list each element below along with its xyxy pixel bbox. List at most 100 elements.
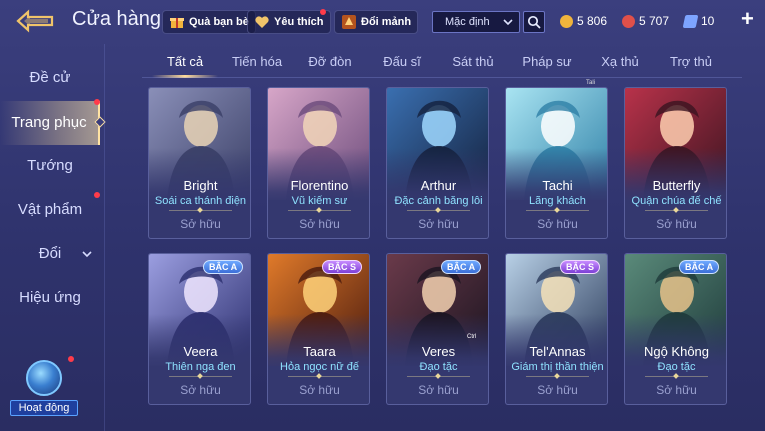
skin-card[interactable]: Bright Soái ca thánh điện Sở hữu [148,87,251,239]
hero-name: Ngộ Không [643,344,710,359]
sidebar-item-exchange[interactable]: Đổi [0,232,100,276]
skin-card[interactable]: Veres Đạo tặc Sở hữu BẬC A Ctrl [386,253,489,405]
skin-name: Đạo tặc [657,361,696,373]
skin-card[interactable]: Florentino Vũ kiếm sư Sở hữu [267,87,370,239]
skin-card[interactable]: Taara Hỏa ngọc nữ đế Sở hữu BẬC S [267,253,370,405]
sidebar-divider [104,44,105,431]
owned-status: Sở hữu [537,383,578,397]
ctrl-hint: Ctrl [467,334,477,340]
tab-mage[interactable]: Pháp sư [516,48,578,76]
owned-status: Sở hữu [656,383,697,397]
chevron-down-icon [503,13,513,38]
card-divider [645,210,708,211]
sidebar-item-label: Vật phẩm [17,201,83,218]
card-divider [526,376,589,377]
owned-status: Sở hữu [180,383,221,397]
tab-fighter[interactable]: Đấu sĩ [374,48,430,76]
voucher-amount: 10 [701,14,715,28]
exchange-shards-button[interactable]: Đổi mảnh [334,10,419,34]
add-currency-button[interactable]: + [741,6,754,32]
hero-name: Bright [183,178,218,193]
activity-icon [26,360,62,396]
category-tabs: Tất cả Tiến hóa Đỡ đòn Đấu sĩ Sát thủ Ph… [142,48,742,78]
owned-status: Sở hữu [656,217,697,231]
heart-icon [254,14,270,30]
card-divider [169,376,232,377]
skin-card[interactable]: Arthur Đặc cảnh băng lôi Sở hữu [386,87,489,239]
owned-status: Sở hữu [299,217,340,231]
sort-value: Mặc định [445,16,490,28]
sidebar-item-label: Trang phục [11,114,87,131]
skin-card[interactable]: Tachi Lãng khách Sở hữu [505,87,608,239]
gold-currency: 5 806 [560,11,607,31]
page-title: Cửa hàng [72,8,162,30]
sidebar-item-skins[interactable]: Trang phục [0,99,106,145]
favorites-label: Yêu thích [274,16,324,28]
sort-dropdown[interactable]: Mặc định [432,11,520,33]
skin-name: Soái ca thánh điện [154,195,247,207]
hero-name: Tachi [542,178,573,193]
card-divider [645,376,708,377]
tab-evolution[interactable]: Tiến hóa [226,48,288,76]
notification-dot [94,192,100,198]
card-divider [407,376,470,377]
tab-all[interactable]: Tất cả [152,48,218,78]
gift-friends-button[interactable]: Quà bạn bè [162,10,256,34]
gold-amount: 5 806 [577,14,608,28]
card-divider [288,376,351,377]
card-divider [526,210,589,211]
card-divider [407,210,470,211]
sidebar-item-heroes[interactable]: Tướng [0,144,100,188]
tier-badge: BẬC S [322,260,363,274]
back-button[interactable] [14,8,56,34]
skin-name: Đạo tặc [419,361,458,373]
sidebar-item-label: Hiệu ứng [19,289,81,306]
skin-card[interactable]: Butterfly Quận chúa đế chế Sở hữu [624,87,727,239]
skin-name: Lãng khách [529,195,586,207]
tab-tank[interactable]: Đỡ đòn [300,48,360,76]
sidebar-item-effects[interactable]: Hiệu ứng [0,276,100,320]
sidebar-item-label: Đề cử [29,69,71,86]
gift-icon [169,14,185,30]
tier-badge: BẬC A [203,260,244,274]
activity-button[interactable]: Hoạt động [10,356,78,420]
skin-card[interactable]: Veera Thiên nga đen Sở hữu BẬC A [148,253,251,405]
hero-name: Veres [421,344,456,359]
owned-status: Sở hữu [537,217,578,231]
notification-dot [68,356,74,362]
hero-name: Arthur [420,178,457,193]
tooltip-text: Tali [586,80,596,86]
exchange-shards-label: Đổi mảnh [361,16,412,28]
sidebar-item-recommended[interactable]: Đề cử [0,56,100,100]
skin-name: Hỏa ngọc nữ đế [280,361,359,373]
notification-dot [94,99,100,105]
search-button[interactable] [523,11,545,33]
tier-badge: BẬC S [560,260,601,274]
tab-support[interactable]: Trợ thủ [662,48,720,76]
owned-status: Sở hữu [299,383,340,397]
skin-name: Quận chúa đế chế [631,195,722,207]
favorites-button[interactable]: Yêu thích [247,9,331,34]
voucher-icon [682,14,699,28]
card-divider [288,210,351,211]
tab-underline [142,77,742,78]
sidebar-item-items[interactable]: Vật phẩm [0,188,100,232]
hero-name: Tel'Annas [529,344,586,359]
hero-name: Taara [303,344,336,359]
skin-card[interactable]: Tel'Annas Giám thị thần thiện Sở hữu BẬC S [505,253,608,405]
card-divider [169,210,232,211]
ruby-amount: 5 707 [639,14,670,28]
hero-name: Veera [183,344,218,359]
skin-name: Vũ kiếm sư [291,195,348,207]
owned-status: Sở hữu [418,217,459,231]
gold-coin-icon [560,14,573,28]
owned-status: Sở hữu [418,383,459,397]
tab-marksman[interactable]: Xạ thủ [592,48,648,76]
voucher-currency: 10 [682,11,715,31]
tab-assassin[interactable]: Sát thủ [444,48,502,76]
tier-badge: BẬC A [441,260,482,274]
hero-name: Butterfly [652,178,701,193]
ruby-icon [622,14,635,28]
skin-card[interactable]: Ngộ Không Đạo tặc Sở hữu BẬC A [624,253,727,405]
hero-name: Florentino [290,178,349,193]
